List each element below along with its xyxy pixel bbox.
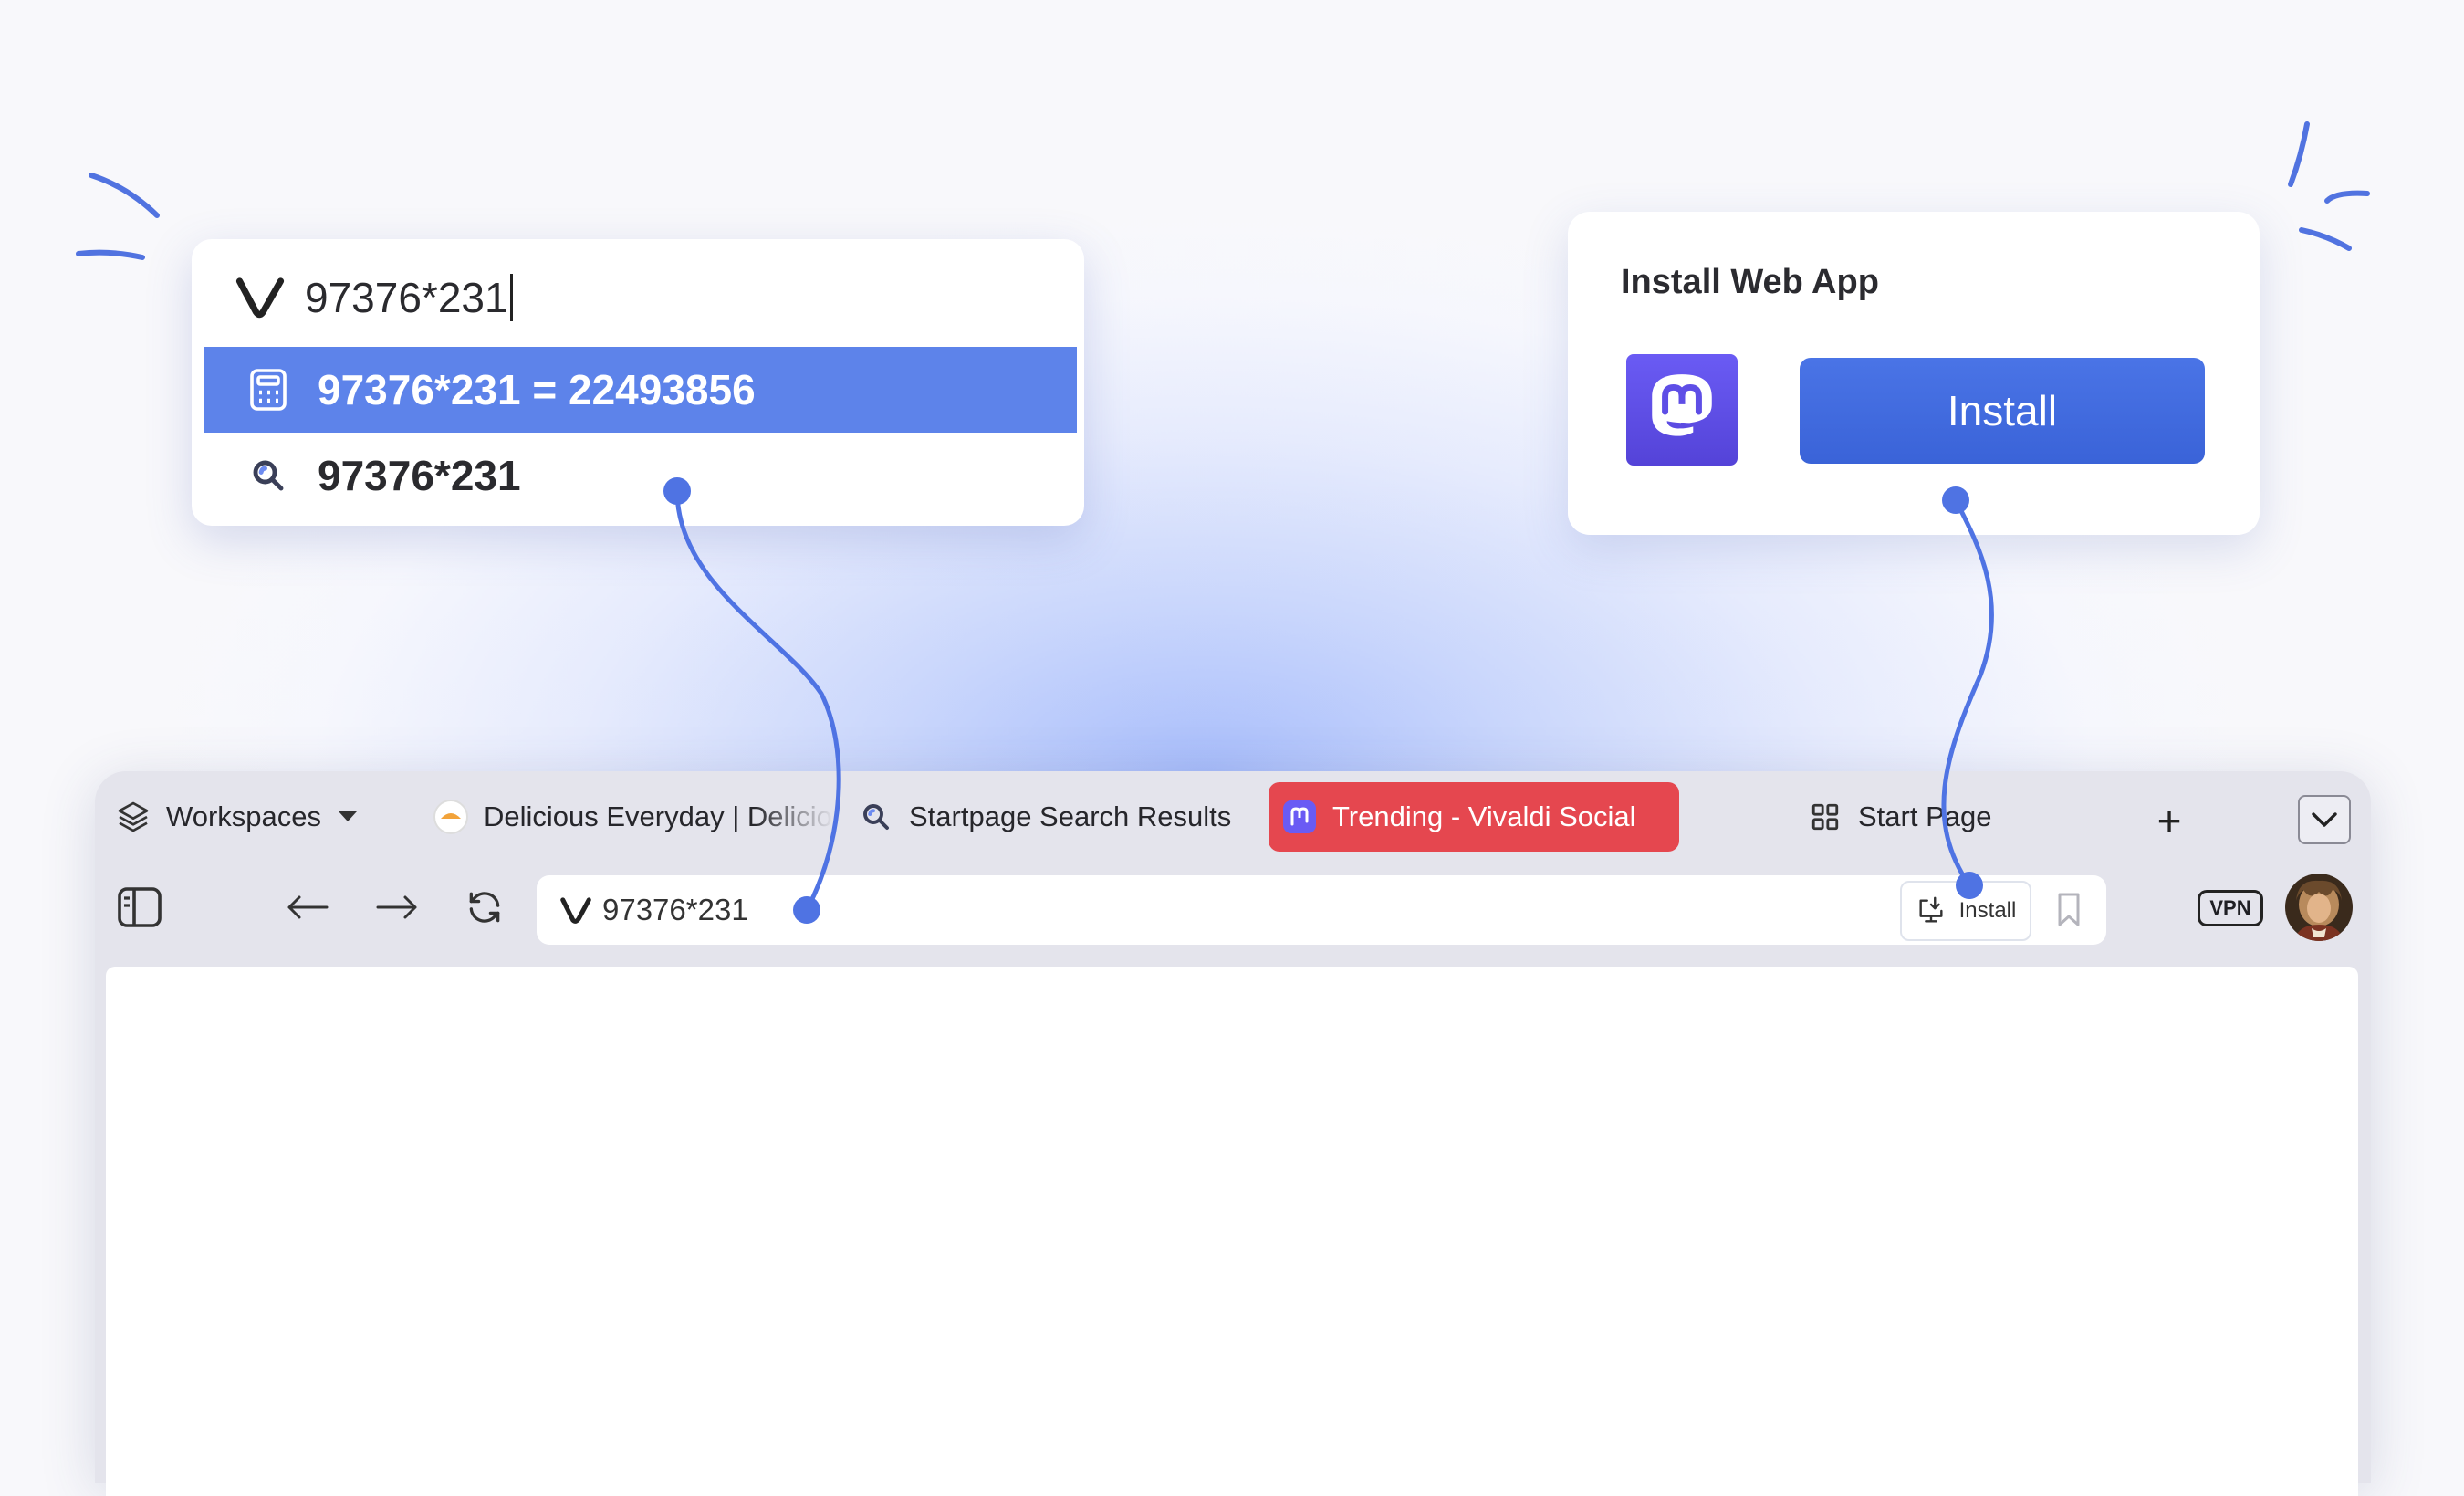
text-caret xyxy=(509,274,513,321)
bookmark-icon[interactable] xyxy=(2055,892,2083,928)
address-bar[interactable]: 97376*231 Install xyxy=(537,875,2106,945)
workspaces-button[interactable]: Workspaces xyxy=(115,782,398,852)
forward-button[interactable] xyxy=(371,881,423,934)
reload-button[interactable] xyxy=(458,881,511,934)
install-label: Install xyxy=(1958,898,2017,923)
vivaldi-logo-icon xyxy=(559,893,593,927)
browser-window: Workspaces Delicious Everyday | Deliciou… xyxy=(95,771,2371,1496)
calculator-result: 97376*231 = 22493856 xyxy=(318,366,756,413)
startpage-icon xyxy=(858,799,894,835)
tab-label: Trending - Vivaldi Social xyxy=(1332,800,1636,832)
vivaldi-logo-icon xyxy=(235,275,285,320)
sidebar-icon xyxy=(116,885,163,929)
tab-label: Start Page xyxy=(1858,800,1992,832)
workspaces-label: Workspaces xyxy=(166,800,321,832)
calculator-icon xyxy=(246,368,290,412)
install-web-app-dialog: Install Web App Install xyxy=(1568,212,2260,535)
reload-icon xyxy=(465,887,505,927)
chevron-down-icon xyxy=(338,811,358,823)
address-bar-dropdown: 97376*231 97376*231 = 22493856 97376*231 xyxy=(192,239,1084,526)
search-icon xyxy=(246,454,290,497)
tab-label: Delicious Everyday | Delicious xyxy=(484,800,834,832)
tab-start-page[interactable]: Start Page xyxy=(1807,782,2026,852)
arrow-right-icon xyxy=(374,894,420,921)
grid-icon xyxy=(1807,799,1843,835)
address-input[interactable]: 97376*231 xyxy=(602,893,748,927)
tab-bar: Workspaces Delicious Everyday | Deliciou… xyxy=(95,771,2371,870)
tab-label: Startpage Search Results xyxy=(909,800,1232,832)
dialog-title: Install Web App xyxy=(1621,263,1879,301)
install-web-app-button[interactable]: Install xyxy=(1900,881,2031,941)
vpn-button[interactable]: VPN xyxy=(2198,890,2263,926)
page-content xyxy=(106,967,2358,1496)
layers-icon xyxy=(115,799,151,835)
back-button[interactable] xyxy=(281,881,334,934)
search-suggestion-text: 97376*231 xyxy=(318,452,521,499)
address-toolbar: 97376*231 Install VPN xyxy=(95,870,2371,945)
tab-delicious[interactable]: Delicious Everyday | Delicious xyxy=(433,782,834,852)
dropdown-input-text: 97376*231 xyxy=(305,274,508,321)
tab-vivaldi-social[interactable]: Trending - Vivaldi Social xyxy=(1269,782,1679,852)
mastodon-icon xyxy=(1626,354,1738,466)
mastodon-icon xyxy=(1281,799,1318,835)
arrow-left-icon xyxy=(285,894,330,921)
delicious-icon xyxy=(433,799,469,835)
tab-startpage[interactable]: Startpage Search Results xyxy=(858,782,1314,852)
panel-toggle-button[interactable] xyxy=(113,881,166,934)
chevron-down-icon xyxy=(2311,811,2338,828)
search-suggestion[interactable]: 97376*231 xyxy=(204,433,1077,518)
profile-avatar[interactable] xyxy=(2285,874,2353,941)
install-button[interactable]: Install xyxy=(1800,358,2205,464)
tab-list-button[interactable] xyxy=(2298,795,2351,844)
dropdown-input[interactable]: 97376*231 xyxy=(235,256,513,340)
calculator-suggestion[interactable]: 97376*231 = 22493856 xyxy=(204,347,1077,433)
install-desktop-icon xyxy=(1916,895,1947,926)
new-tab-button[interactable]: + xyxy=(2144,795,2195,846)
